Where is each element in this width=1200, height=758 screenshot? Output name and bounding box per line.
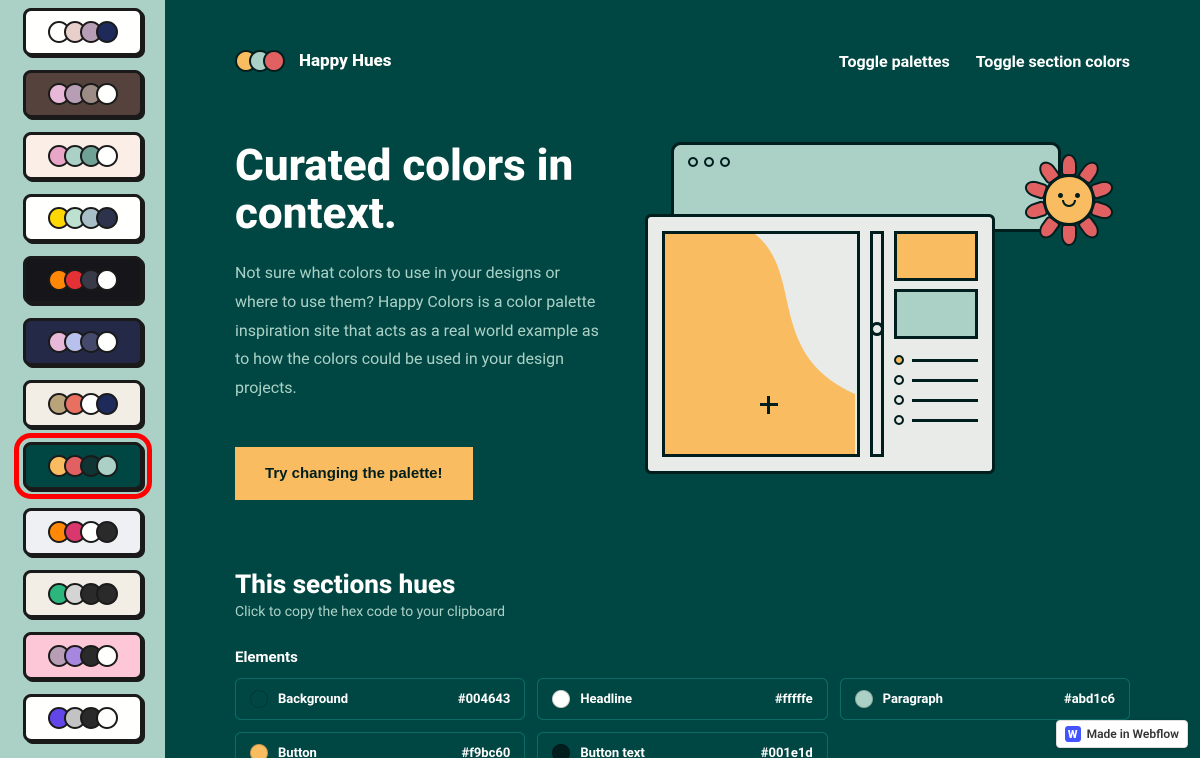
hue-chip[interactable]: Button text #001e1d bbox=[537, 732, 827, 758]
palette-card[interactable] bbox=[23, 632, 143, 680]
palette-card[interactable] bbox=[23, 8, 143, 56]
section-hues: This sections hues Click to copy the hex… bbox=[235, 570, 1130, 758]
webflow-badge[interactable]: W Made in Webflow bbox=[1056, 720, 1188, 748]
hue-hex: #f9bc60 bbox=[462, 746, 511, 758]
hue-hex: #abd1c6 bbox=[1064, 692, 1115, 707]
palette-card[interactable] bbox=[23, 256, 143, 304]
toggle-palettes-link[interactable]: Toggle palettes bbox=[839, 52, 950, 71]
brand[interactable]: Happy Hues bbox=[235, 50, 392, 72]
swatch-icon bbox=[855, 690, 873, 708]
palette-card[interactable] bbox=[23, 694, 143, 742]
palette-card[interactable] bbox=[23, 442, 143, 490]
hue-chip[interactable]: Button #f9bc60 bbox=[235, 732, 525, 758]
brand-name: Happy Hues bbox=[299, 51, 392, 71]
scrubber-icon bbox=[870, 231, 884, 457]
palette-card[interactable] bbox=[23, 132, 143, 180]
elements-label: Elements bbox=[235, 648, 1130, 666]
hue-hex: #001e1d bbox=[761, 746, 813, 758]
swatch-icon bbox=[552, 744, 570, 758]
swatch-icon bbox=[250, 744, 268, 758]
palette-card[interactable] bbox=[23, 380, 143, 428]
hue-hex: #fffffe bbox=[775, 692, 813, 707]
palette-card[interactable] bbox=[23, 570, 143, 618]
cta-button[interactable]: Try changing the palette! bbox=[235, 447, 473, 500]
swatch-icon bbox=[552, 690, 570, 708]
webflow-badge-text: Made in Webflow bbox=[1087, 727, 1179, 741]
hue-hex: #004643 bbox=[458, 692, 510, 707]
palette-card[interactable] bbox=[23, 194, 143, 242]
hero-section: Curated colors in context. Not sure what… bbox=[235, 142, 1130, 500]
hue-name: Button bbox=[278, 746, 452, 758]
toggle-section-colors-link[interactable]: Toggle section colors bbox=[976, 52, 1130, 71]
hue-name: Button text bbox=[580, 746, 750, 758]
hero-illustration bbox=[645, 142, 1075, 482]
webflow-icon: W bbox=[1065, 726, 1081, 742]
palette-sidebar[interactable] bbox=[0, 0, 165, 758]
hero-paragraph: Not sure what colors to use in your desi… bbox=[235, 259, 605, 403]
palette-card[interactable] bbox=[23, 508, 143, 556]
palette-card[interactable] bbox=[23, 70, 143, 118]
hue-chip[interactable]: Headline #fffffe bbox=[537, 678, 827, 720]
hue-chip[interactable]: Paragraph #abd1c6 bbox=[840, 678, 1130, 720]
hue-grid: Background #004643 Headline #fffffe Paragrap… bbox=[235, 678, 1130, 758]
section-hues-subtitle: Click to copy the hex code to your clipb… bbox=[235, 604, 1130, 620]
canvas-icon bbox=[662, 231, 860, 457]
design-app-window-icon bbox=[645, 214, 995, 474]
top-nav: Toggle palettes Toggle section colors bbox=[839, 52, 1130, 71]
main-content: Happy Hues Toggle palettes Toggle sectio… bbox=[165, 0, 1200, 758]
top-bar: Happy Hues Toggle palettes Toggle sectio… bbox=[235, 50, 1130, 72]
sun-icon bbox=[1029, 160, 1109, 240]
logo-icon bbox=[235, 50, 285, 72]
hue-name: Headline bbox=[580, 692, 764, 707]
hue-name: Paragraph bbox=[883, 692, 1054, 707]
hue-chip[interactable]: Background #004643 bbox=[235, 678, 525, 720]
palette-card[interactable] bbox=[23, 318, 143, 366]
crosshair-icon bbox=[760, 396, 778, 414]
section-hues-title: This sections hues bbox=[235, 570, 1130, 600]
hue-name: Background bbox=[278, 692, 448, 707]
hero-title: Curated colors in context. bbox=[235, 142, 605, 237]
swatch-icon bbox=[250, 690, 268, 708]
